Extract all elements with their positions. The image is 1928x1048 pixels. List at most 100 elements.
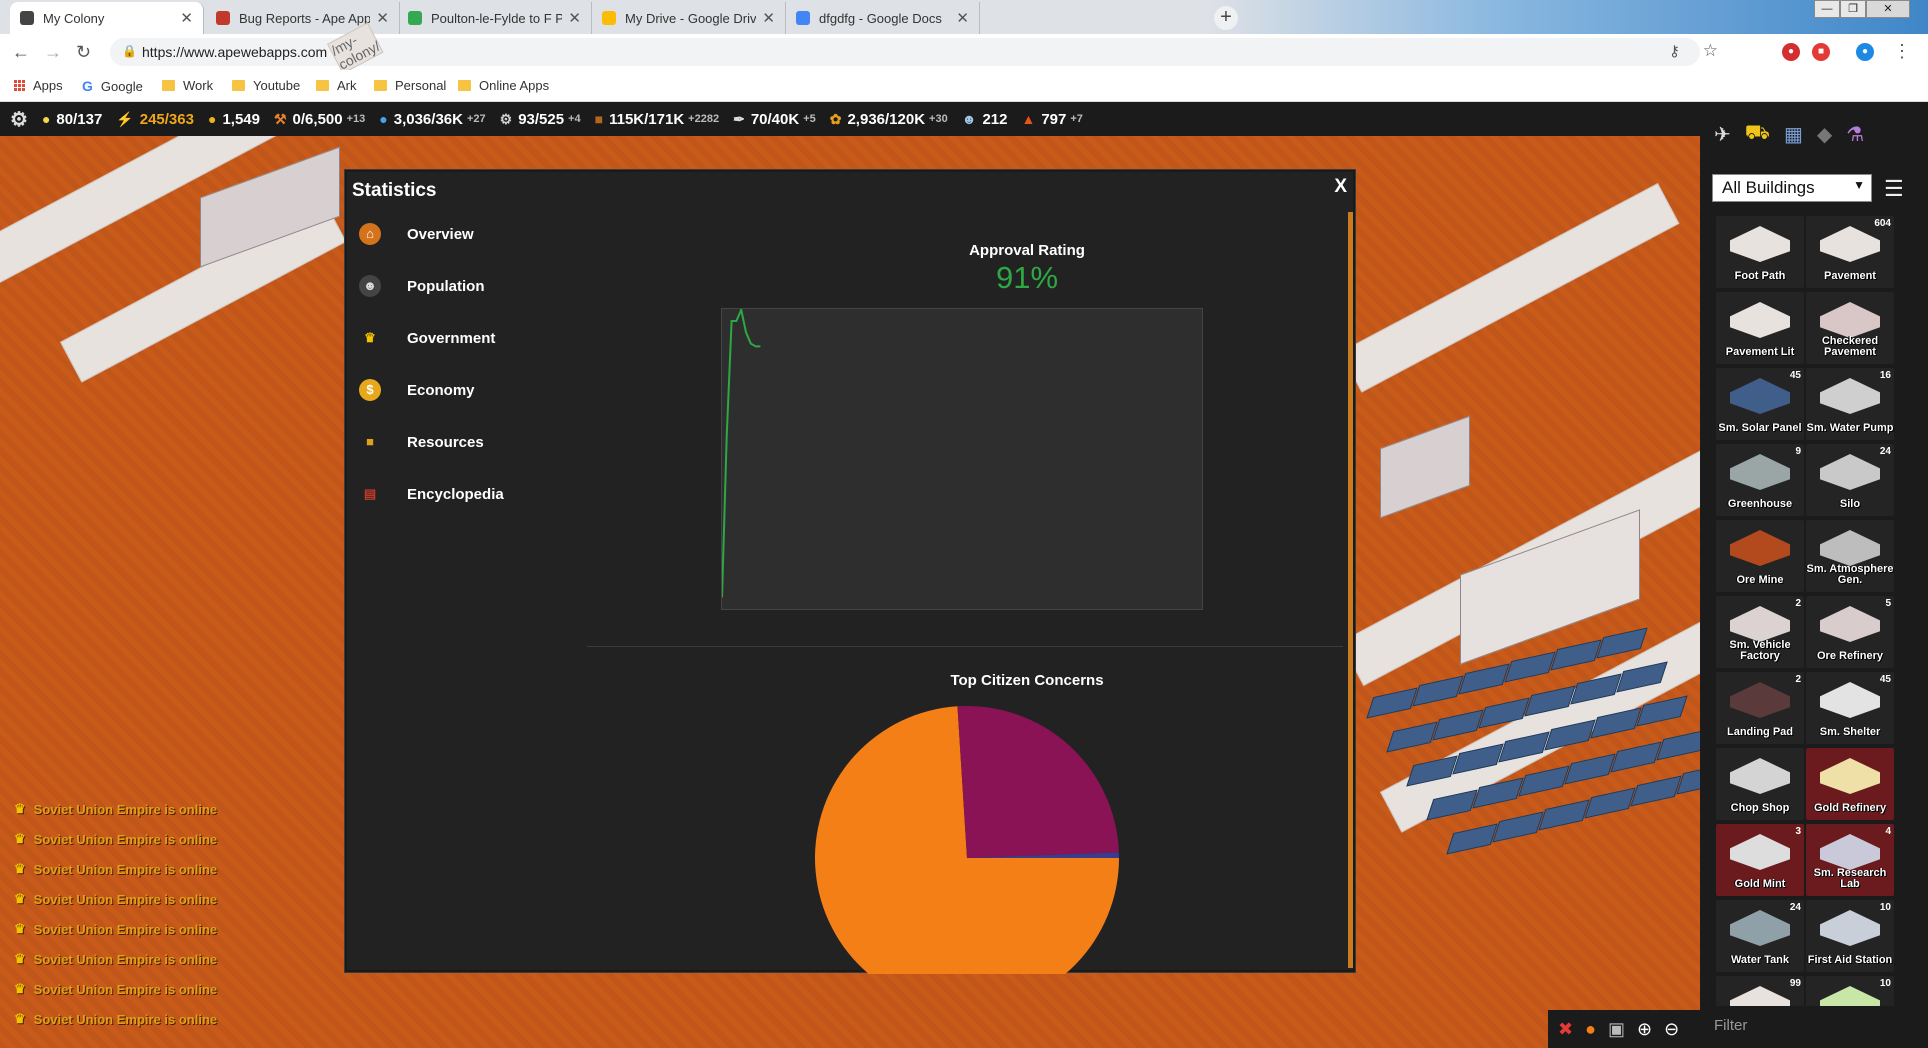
bookmark-work[interactable]: Work <box>162 78 213 93</box>
building-card[interactable]: Checkered Pavement <box>1806 292 1894 364</box>
building[interactable] <box>1380 415 1470 519</box>
new-tab-button[interactable]: + <box>1214 6 1238 30</box>
tab-close-icon[interactable]: ✕ <box>956 9 969 27</box>
building-card[interactable]: 10 First Aid Station <box>1806 900 1894 972</box>
resource-item[interactable]: ⚒ 0/6,500 +13 <box>274 111 365 128</box>
building-card[interactable]: 4 Sm. Research Lab <box>1806 824 1894 896</box>
building-card[interactable]: Pavement Lit <box>1716 292 1804 364</box>
bookmark-apps[interactable]: Apps <box>14 78 63 93</box>
building-card[interactable]: Gold Refinery <box>1806 748 1894 820</box>
chat-bubble-icon[interactable]: ● <box>1585 1019 1596 1040</box>
settings-gear-icon[interactable]: ⚙ <box>10 107 28 132</box>
building-card[interactable]: 2 Landing Pad <box>1716 672 1804 744</box>
bookmark-online-apps[interactable]: Online Apps <box>458 78 549 93</box>
resource-item[interactable]: ✿ 2,936/120K +30 <box>830 111 948 128</box>
browser-tab[interactable]: Poulton-le-Fylde to F Parkinson L ✕ <box>398 2 592 34</box>
building-category-select[interactable]: All Buildings ▼ <box>1712 174 1872 202</box>
modal-close-button[interactable]: X <box>1334 176 1347 198</box>
maximize-button[interactable]: ❐ <box>1840 0 1866 18</box>
close-red-icon[interactable]: ✖ <box>1558 1019 1573 1040</box>
game-canvas[interactable]: ⚙ ● 80/137 ⚡ 245/363 ● 1,549 ⚒ 0/6,500 +13 ● 3,036… <box>0 102 1928 1048</box>
modal-scrollbar[interactable] <box>1348 212 1353 968</box>
approval-line <box>721 306 761 598</box>
filter-input[interactable] <box>1714 1012 1914 1038</box>
browser-menu-icon[interactable]: ⋮ <box>1893 41 1911 62</box>
building-card[interactable]: Foot Path <box>1716 216 1804 288</box>
building-card[interactable]: 9 Greenhouse <box>1716 444 1804 516</box>
building-card[interactable]: 45 Sm. Shelter <box>1806 672 1894 744</box>
browser-tab[interactable]: My Drive - Google Drive ✕ <box>592 2 786 34</box>
rocket-icon[interactable]: ✈ <box>1714 122 1731 147</box>
bookmark-ark[interactable]: Ark <box>316 78 357 93</box>
tab-close-icon[interactable]: ✕ <box>180 9 193 27</box>
building-name: Sm. Shelter <box>1819 726 1881 738</box>
chat-text: Soviet Union Empire is online <box>33 921 218 937</box>
window-close-button[interactable]: ✕ <box>1866 0 1910 18</box>
bookmark-star-icon[interactable]: ☆ <box>1703 41 1718 61</box>
tab-close-icon[interactable]: ✕ <box>376 9 389 27</box>
resource-item[interactable]: ☻ 212 <box>962 111 1008 128</box>
building-card[interactable]: 24 Water Tank <box>1716 900 1804 972</box>
nav-encyclopedia[interactable]: ▤ Encyclopedia <box>347 468 577 520</box>
nav-population[interactable]: ☻ Population <box>347 260 577 312</box>
extension-icon[interactable]: ● <box>1782 43 1800 61</box>
chat-text: Soviet Union Empire is online <box>33 981 218 997</box>
key-icon[interactable]: ⚷ <box>1669 42 1680 60</box>
resource-item[interactable]: ● 3,036/36K +27 <box>379 111 485 128</box>
bookmark-youtube[interactable]: Youtube <box>232 78 300 93</box>
building-name: Checkered Pavement <box>1821 335 1879 358</box>
nav-overview[interactable]: ⌂ Overview <box>347 208 577 260</box>
reload-icon[interactable]: ↻ <box>76 42 91 63</box>
layer-icon[interactable]: ◆ <box>1817 122 1832 147</box>
resource-item[interactable]: ⚙ 93/525 +4 <box>500 111 581 128</box>
bookmark-personal[interactable]: Personal <box>374 78 446 93</box>
nav-economy[interactable]: $ Economy <box>347 364 577 416</box>
feather-icon: ✒ <box>733 110 745 127</box>
bookmark-google[interactable]: G Google <box>82 78 143 94</box>
building-card[interactable]: 45 Sm. Solar Panel <box>1716 368 1804 440</box>
resource-item[interactable]: ● 1,549 <box>208 111 260 128</box>
building-thumbnail <box>1730 530 1790 566</box>
building-card[interactable]: 5 Ore Refinery <box>1806 596 1894 668</box>
nav-government[interactable]: ♛ Government <box>347 312 577 364</box>
building-card[interactable]: 3 Gold Mint <box>1716 824 1804 896</box>
resource-delta: +4 <box>568 113 581 125</box>
flask-icon[interactable]: ⚗ <box>1846 122 1864 147</box>
address-bar[interactable]: 🔒 https://www.apewebapps.com/my-colony/ … <box>110 22 1718 75</box>
browser-tab[interactable]: dfgdfg - Google Docs ✕ <box>786 2 980 34</box>
blueprint-icon[interactable]: ▦ <box>1784 122 1803 147</box>
resource-delta: +13 <box>346 113 366 125</box>
nav-resources[interactable]: ■ Resources <box>347 416 577 468</box>
folder-icon <box>374 80 387 91</box>
building-card[interactable]: Sm. Atmosphere Gen. <box>1806 520 1894 592</box>
list-view-icon[interactable]: ☰ <box>1884 176 1904 202</box>
extension-icon[interactable]: ■ <box>1812 43 1830 61</box>
resource-item[interactable]: ✒ 70/40K +5 <box>733 111 816 128</box>
building-name: Chop Shop <box>1730 802 1790 814</box>
building-card[interactable]: Chop Shop <box>1716 748 1804 820</box>
browser-tab[interactable]: My Colony ✕ <box>10 2 204 34</box>
minimize-button[interactable]: — <box>1814 0 1840 18</box>
cast-icon[interactable]: ▣ <box>1608 1019 1625 1040</box>
zoom-out-icon[interactable]: ⊖ <box>1664 1019 1679 1040</box>
building-card[interactable]: 24 Silo <box>1806 444 1894 516</box>
building-card[interactable]: 16 Sm. Water Pump <box>1806 368 1894 440</box>
back-icon[interactable]: ← <box>12 42 30 63</box>
forward-icon[interactable]: → <box>44 42 62 63</box>
building-count: 3 <box>1795 826 1801 837</box>
resource-item[interactable]: ⚡ 245/363 <box>116 111 194 128</box>
building-card[interactable]: Ore Mine <box>1716 520 1804 592</box>
building-card[interactable]: 2 Sm. Vehicle Factory <box>1716 596 1804 668</box>
extension-icon[interactable]: ● <box>1856 43 1874 61</box>
tab-close-icon[interactable]: ✕ <box>762 9 775 27</box>
bulldozer-icon[interactable]: ⛟ <box>1745 122 1770 147</box>
building-card[interactable]: 604 Pavement <box>1806 216 1894 288</box>
tab-close-icon[interactable]: ✕ <box>568 9 581 27</box>
url-text[interactable]: https://www.apewebapps.com/my-colony/ <box>142 22 385 75</box>
nav-label: Encyclopedia <box>407 485 504 503</box>
zoom-in-icon[interactable]: ⊕ <box>1637 1019 1652 1040</box>
resource-item[interactable]: ● 80/137 <box>42 111 102 128</box>
resource-item[interactable]: ▲ 797 +7 <box>1021 111 1082 128</box>
resource-item[interactable]: ■ 115K/171K +2282 <box>595 111 719 128</box>
building-count: 10 <box>1879 978 1891 989</box>
